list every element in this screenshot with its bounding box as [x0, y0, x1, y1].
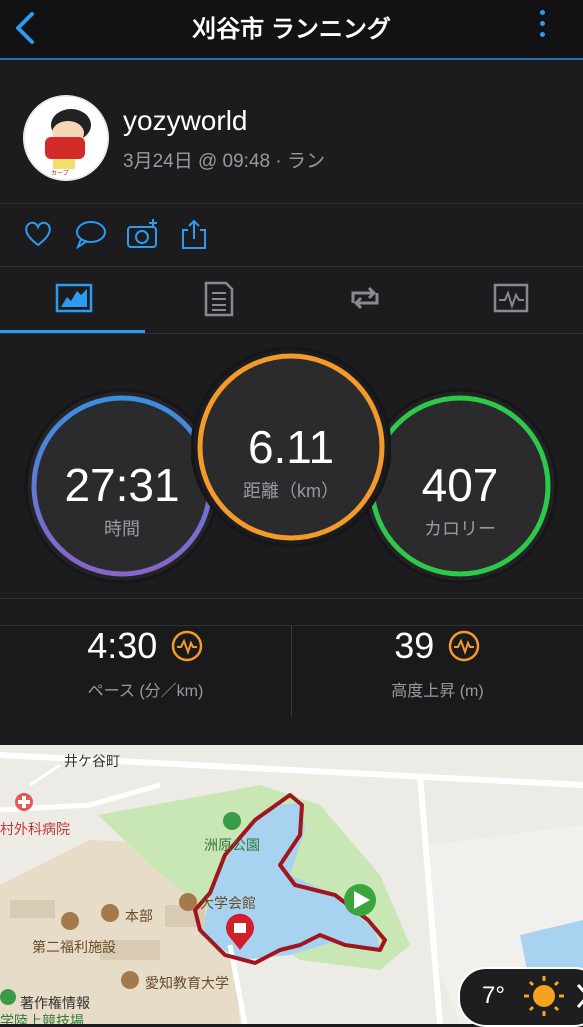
avatar-image: カープ — [23, 95, 109, 181]
pace-value: 4:30 — [87, 625, 158, 666]
camera-plus-icon — [127, 219, 157, 248]
dot — [539, 32, 545, 37]
map-label-track: 学陸上競技場 — [0, 1013, 84, 1024]
insight-graph-icon — [448, 630, 479, 662]
top-bar: 刈谷市 ランニング — [0, 0, 583, 60]
summary-stats: 27:31 時間 407 カロリー 6.11 距離（km） — [0, 334, 583, 599]
laps-repeat-icon — [351, 286, 379, 310]
share-icon — [182, 219, 206, 249]
like-button[interactable] — [22, 218, 54, 250]
comment-button[interactable] — [74, 218, 106, 250]
document-icon — [204, 281, 234, 317]
dot — [539, 21, 545, 26]
map-label-hospital: 村外科病院 — [0, 821, 70, 837]
action-bar — [0, 204, 583, 267]
map-label-park: 洲原公園 — [204, 837, 260, 853]
tab-laps[interactable] — [290, 267, 435, 333]
page-title: 刈谷市 ランニング — [192, 16, 391, 43]
ascent-value: 39 — [394, 625, 435, 666]
pace-metric[interactable]: 4:30 ペース (分／km) — [0, 625, 291, 701]
dot — [539, 10, 545, 15]
sun-icon — [524, 976, 564, 1016]
add-photo-button[interactable] — [126, 218, 158, 250]
username[interactable]: yozyworld — [123, 105, 247, 137]
weather-badge[interactable]: 7° — [458, 967, 583, 1027]
pace-label: ペース (分／km) — [87, 683, 204, 700]
map-label-university: 愛知教育大学 — [145, 975, 229, 991]
chevron-left-icon — [16, 12, 34, 44]
more-options-button[interactable] — [537, 10, 547, 46]
activity-header: カープ yozyworld 3月24日 @ 09:48 · ラン — [0, 60, 583, 204]
back-button[interactable] — [10, 8, 40, 48]
distance-value: 6.11 — [247, 421, 335, 473]
tab-overview[interactable] — [0, 267, 145, 333]
tab-charts[interactable] — [438, 267, 583, 333]
section-divider — [0, 625, 583, 626]
svg-text:カープ: カープ — [51, 170, 69, 177]
overview-chart-icon — [55, 283, 93, 313]
tab-details[interactable] — [145, 267, 290, 333]
insight-graph-icon — [171, 630, 203, 662]
comment-icon — [75, 221, 106, 250]
calories-circle: 407 カロリー — [362, 388, 558, 584]
detail-metrics: 4:30 ペース (分／km) 39 高度上昇 (m) — [0, 599, 583, 717]
calories-value: 407 — [421, 459, 499, 511]
activity-date-type: 3月24日 @ 09:48 · ラン — [123, 151, 325, 172]
heart-icon — [25, 221, 51, 247]
calories-label: カロリー — [424, 519, 496, 539]
avatar[interactable]: カープ — [23, 95, 109, 181]
activity-graph-icon — [493, 283, 529, 313]
tab-bar — [0, 267, 583, 334]
share-button[interactable] — [180, 218, 212, 250]
map-label-hall: 大学会館 — [200, 895, 256, 911]
temperature: 7° — [482, 982, 505, 1009]
distance-circle: 6.11 距離（km） — [191, 347, 391, 547]
ascent-metric[interactable]: 39 高度上昇 (m) — [292, 625, 583, 701]
distance-label: 距離（km） — [243, 481, 339, 501]
map-label-hq: 本部 — [125, 908, 153, 924]
map-label-welfare: 第二福利施設 — [32, 939, 116, 955]
map-copyright-link[interactable]: 著作権情報 — [20, 993, 90, 1013]
wind-arrow-icon — [576, 983, 583, 1009]
map-label-town: 井ケ谷町 — [64, 753, 120, 769]
ascent-label: 高度上昇 (m) — [391, 683, 484, 700]
